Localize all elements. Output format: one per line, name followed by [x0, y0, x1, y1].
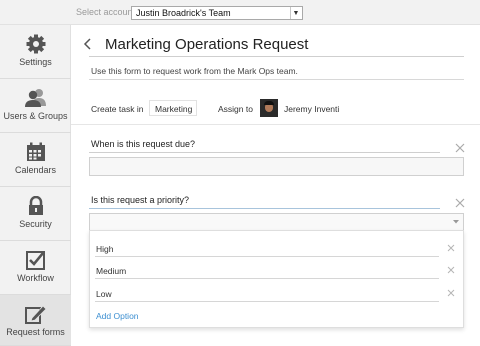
sidebar: Settings Users & Groups Calendars Securi…	[0, 25, 71, 346]
account-bar: Select account Justin Broadrick's Team ▼	[0, 0, 480, 25]
close-icon[interactable]	[447, 289, 455, 297]
lock-icon	[28, 196, 43, 215]
sidebar-item-request-forms[interactable]: Request forms	[0, 295, 71, 346]
sidebar-item-security[interactable]: Security	[0, 187, 71, 241]
sidebar-item-label: Security	[19, 219, 52, 229]
calendar-icon	[26, 142, 45, 161]
users-icon	[24, 89, 46, 107]
assign-to-label: Assign to	[218, 104, 253, 114]
add-option-link[interactable]: Add Option	[96, 311, 139, 321]
sidebar-item-label: Settings	[19, 57, 52, 67]
option-label[interactable]: Medium	[96, 266, 126, 276]
question-underline	[89, 208, 440, 209]
assignee-name[interactable]: Jeremy Inventi	[284, 104, 339, 114]
sidebar-item-settings[interactable]: Settings	[0, 25, 71, 79]
gear-icon	[26, 34, 45, 54]
option-label[interactable]: High	[96, 244, 113, 254]
sidebar-item-label: Request forms	[6, 327, 65, 337]
option-underline	[95, 278, 439, 279]
sidebar-item-label: Users & Groups	[3, 111, 68, 121]
question-label[interactable]: When is this request due?	[91, 139, 195, 149]
select-account-label: Select account	[76, 7, 136, 17]
close-icon[interactable]	[455, 143, 465, 153]
sidebar-item-workflow[interactable]: Workflow	[0, 241, 71, 295]
option-label[interactable]: Low	[96, 289, 112, 299]
divider	[71, 124, 480, 125]
divider	[89, 79, 464, 80]
form-description[interactable]: Use this form to request work from the M…	[91, 66, 298, 76]
checkbox-icon	[25, 251, 45, 270]
account-select[interactable]: Justin Broadrick's Team ▼	[131, 6, 303, 20]
account-select-value: Justin Broadrick's Team	[136, 8, 231, 18]
close-icon[interactable]	[447, 266, 455, 274]
sidebar-item-users-groups[interactable]: Users & Groups	[0, 79, 71, 133]
pencil-edit-icon	[24, 305, 47, 324]
close-icon[interactable]	[447, 244, 455, 252]
chevron-down-icon	[453, 220, 459, 224]
form-title[interactable]: Marketing Operations Request	[105, 36, 308, 53]
create-task-select[interactable]: Marketing	[149, 100, 197, 116]
option-underline	[95, 301, 439, 302]
chevron-down-icon: ▼	[290, 7, 301, 19]
question-label[interactable]: Is this request a priority?	[91, 195, 189, 205]
sidebar-item-calendars[interactable]: Calendars	[0, 133, 71, 187]
divider	[89, 56, 464, 57]
option-underline	[95, 256, 439, 257]
sidebar-item-label: Calendars	[14, 165, 57, 175]
create-task-label: Create task in	[91, 104, 144, 114]
back-arrow-icon[interactable]	[82, 37, 94, 51]
avatar	[260, 99, 278, 117]
options-panel: High Medium Low Add Option	[89, 230, 464, 328]
sidebar-item-label: Workflow	[17, 273, 54, 283]
close-icon[interactable]	[455, 198, 465, 208]
question-underline	[89, 152, 440, 153]
date-input[interactable]	[89, 157, 464, 176]
